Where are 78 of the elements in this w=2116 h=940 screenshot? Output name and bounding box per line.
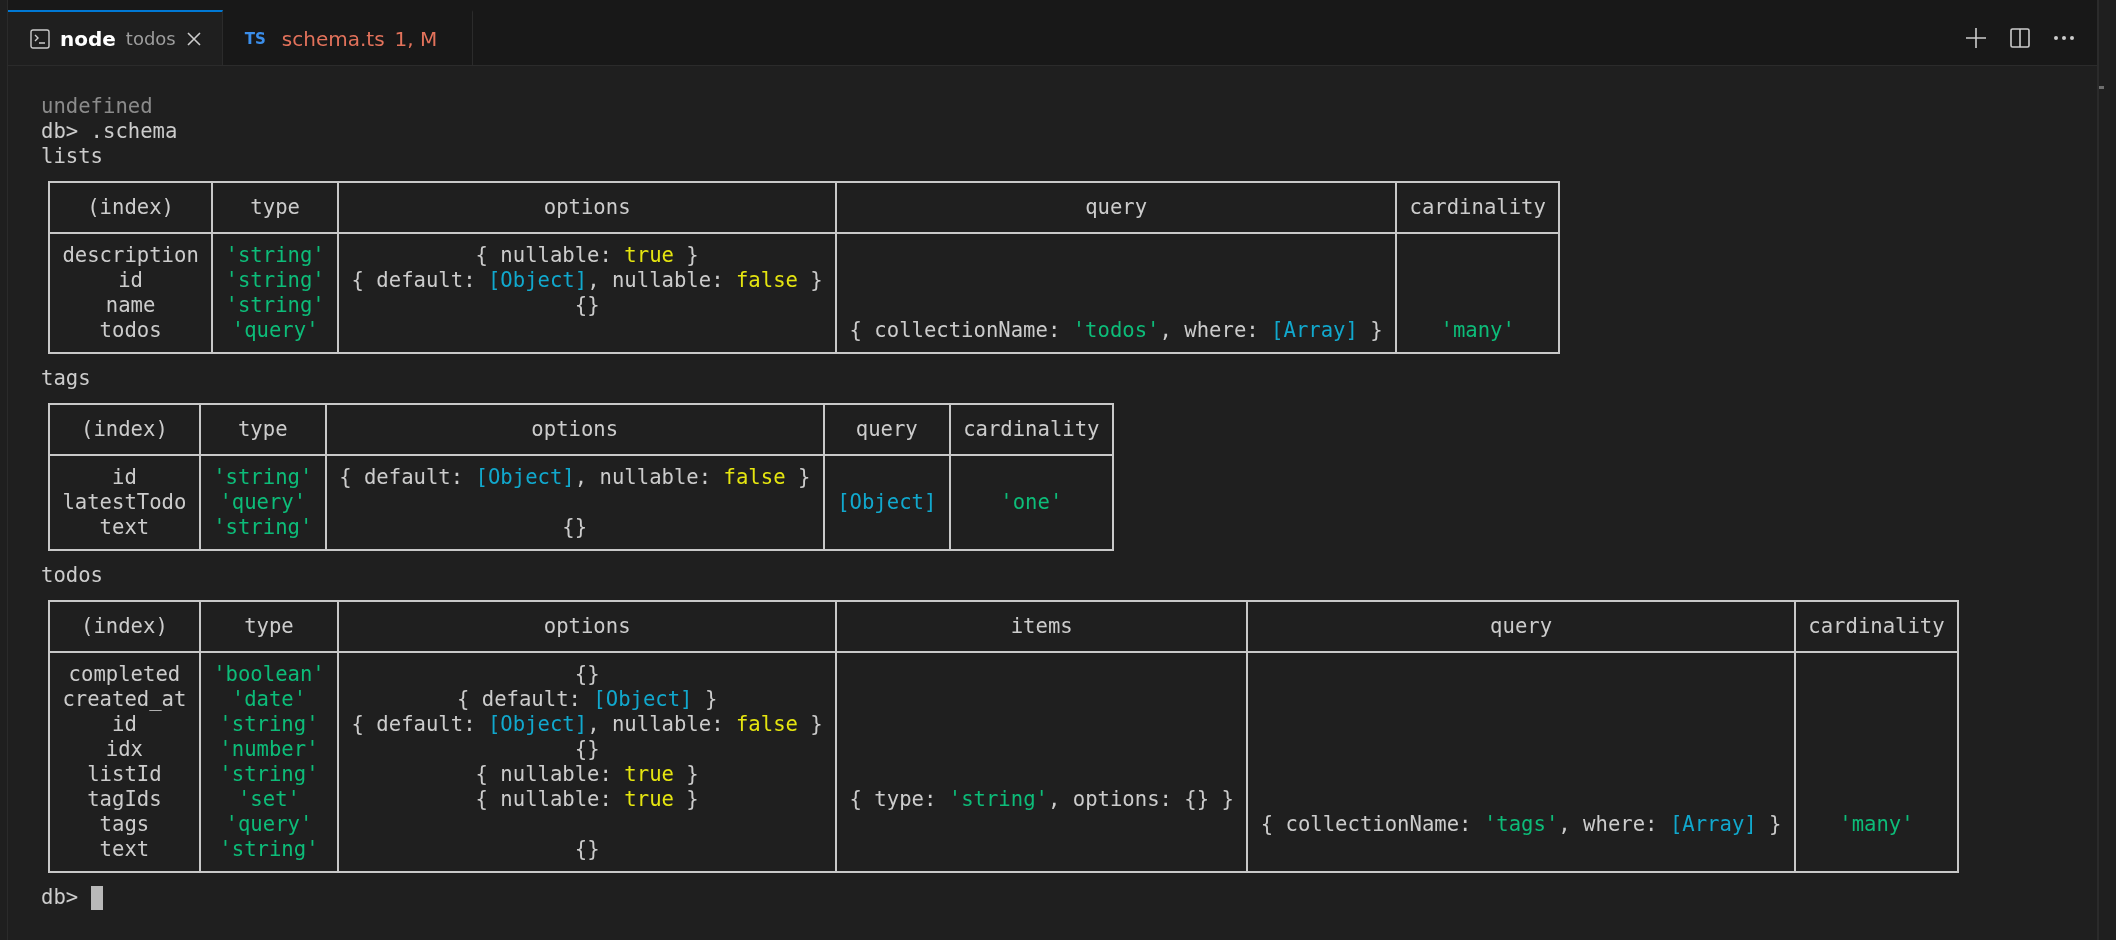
- column-header: cardinality: [1808, 614, 1945, 638]
- table-cell-text: 'string': [225, 293, 325, 317]
- table-cell-text: latestTodo: [62, 490, 187, 514]
- column-header: type: [250, 195, 300, 219]
- table-cell-text: { nullable: true }: [475, 762, 699, 786]
- table-cell-text: text: [99, 837, 150, 861]
- table-cell-text: 'string': [219, 712, 319, 736]
- table-cell-text: 'string': [213, 515, 313, 539]
- table-cell-text: 'query': [231, 318, 319, 342]
- terminal-tab[interactable]: node todos: [8, 10, 223, 65]
- table-cell-text: created_at: [62, 687, 187, 711]
- terminal-output-line: todos: [41, 563, 103, 587]
- terminal-output-line: lists: [41, 144, 103, 168]
- table-cell-text: { default: [Object], nullable: false }: [351, 712, 823, 736]
- column-header: query: [1490, 614, 1553, 638]
- table-cell-text: 'one': [1000, 490, 1063, 514]
- table-cell-text: name: [105, 293, 156, 317]
- table-cell-text: 'boolean': [213, 662, 325, 686]
- table-cell-text: 'string': [225, 268, 325, 292]
- table-cell-text: 'set': [237, 787, 300, 811]
- table-cell-text: 'many': [1839, 812, 1914, 836]
- table-cell-text: { default: [Object], nullable: false }: [339, 465, 811, 489]
- table-cell-text: tagIds: [87, 787, 162, 811]
- table-cell-text: [Object]: [837, 490, 937, 514]
- table-cell-text: 'string': [225, 243, 325, 267]
- table-cell-text: tags: [99, 812, 150, 836]
- terminal-prompt: db>: [41, 885, 79, 910]
- more-icon[interactable]: [2053, 34, 2075, 41]
- table-cell-text: todos: [99, 318, 162, 342]
- table-cell-text: { collectionName: 'tags', where: [Array] }: [1260, 812, 1782, 836]
- terminal-output-line: tags: [41, 366, 91, 390]
- column-header: options: [543, 195, 631, 219]
- table-cell-text: { nullable: true }: [475, 787, 699, 811]
- close-icon[interactable]: [185, 30, 202, 47]
- column-header: type: [237, 417, 288, 441]
- table-cell-text: { default: [Object] }: [456, 687, 718, 711]
- table-cell-text: { type: 'string', options: {} }: [849, 787, 1234, 811]
- table-cell-text: {}: [574, 837, 600, 861]
- table-cell-text: 'date': [231, 687, 307, 711]
- column-header: items: [1010, 614, 1073, 638]
- column-header: cardinality: [1409, 195, 1546, 219]
- column-header: (index): [81, 614, 168, 638]
- column-header: cardinality: [963, 417, 1100, 441]
- table-cell-text: 'string': [219, 762, 319, 786]
- table-cell-text: 'string': [219, 837, 319, 861]
- overview-ruler-mark: [2099, 86, 2104, 89]
- table-cell-text: {}: [574, 662, 600, 686]
- table-cell-text: 'many': [1440, 318, 1515, 342]
- table-cell-text: completed: [68, 662, 181, 686]
- column-header: query: [1085, 195, 1148, 219]
- table-cell-text: { nullable: true }: [475, 243, 699, 267]
- table-cell-text: id: [112, 712, 137, 736]
- table-cell-text: 'number': [219, 737, 319, 761]
- terminal-output-line: undefined: [41, 94, 153, 118]
- column-header: (index): [87, 195, 174, 219]
- table-cell-text: {}: [574, 293, 600, 317]
- plus-icon[interactable]: [1965, 26, 1987, 49]
- table-cell-text: {}: [574, 737, 600, 761]
- column-header: query: [855, 417, 918, 441]
- table-cell-text: text: [99, 515, 150, 539]
- table-cell-text: 'string': [213, 465, 313, 489]
- table-cell-text: {}: [562, 515, 588, 539]
- table-cell-text: id: [112, 465, 137, 489]
- table-cell-text: { collectionName: 'todos', where: [Array] }: [849, 318, 1383, 342]
- table-cell-text: listId: [87, 762, 162, 786]
- terminal-icon: [30, 28, 50, 49]
- column-header: (index): [81, 417, 168, 441]
- table-cell-text: { default: [Object], nullable: false }: [351, 268, 823, 292]
- table-cell-text: description: [62, 243, 199, 267]
- column-header: options: [531, 417, 619, 441]
- column-header: options: [543, 614, 631, 638]
- table-cell-text: 'query': [225, 812, 313, 836]
- table-cell-text: id: [118, 268, 143, 292]
- column-header: type: [244, 614, 294, 638]
- split-editor-icon[interactable]: [2009, 26, 2031, 49]
- table-cell-text: idx: [105, 737, 143, 761]
- table-cell-text: 'query': [219, 490, 307, 514]
- terminal-output-line: db> .schema: [41, 119, 178, 143]
